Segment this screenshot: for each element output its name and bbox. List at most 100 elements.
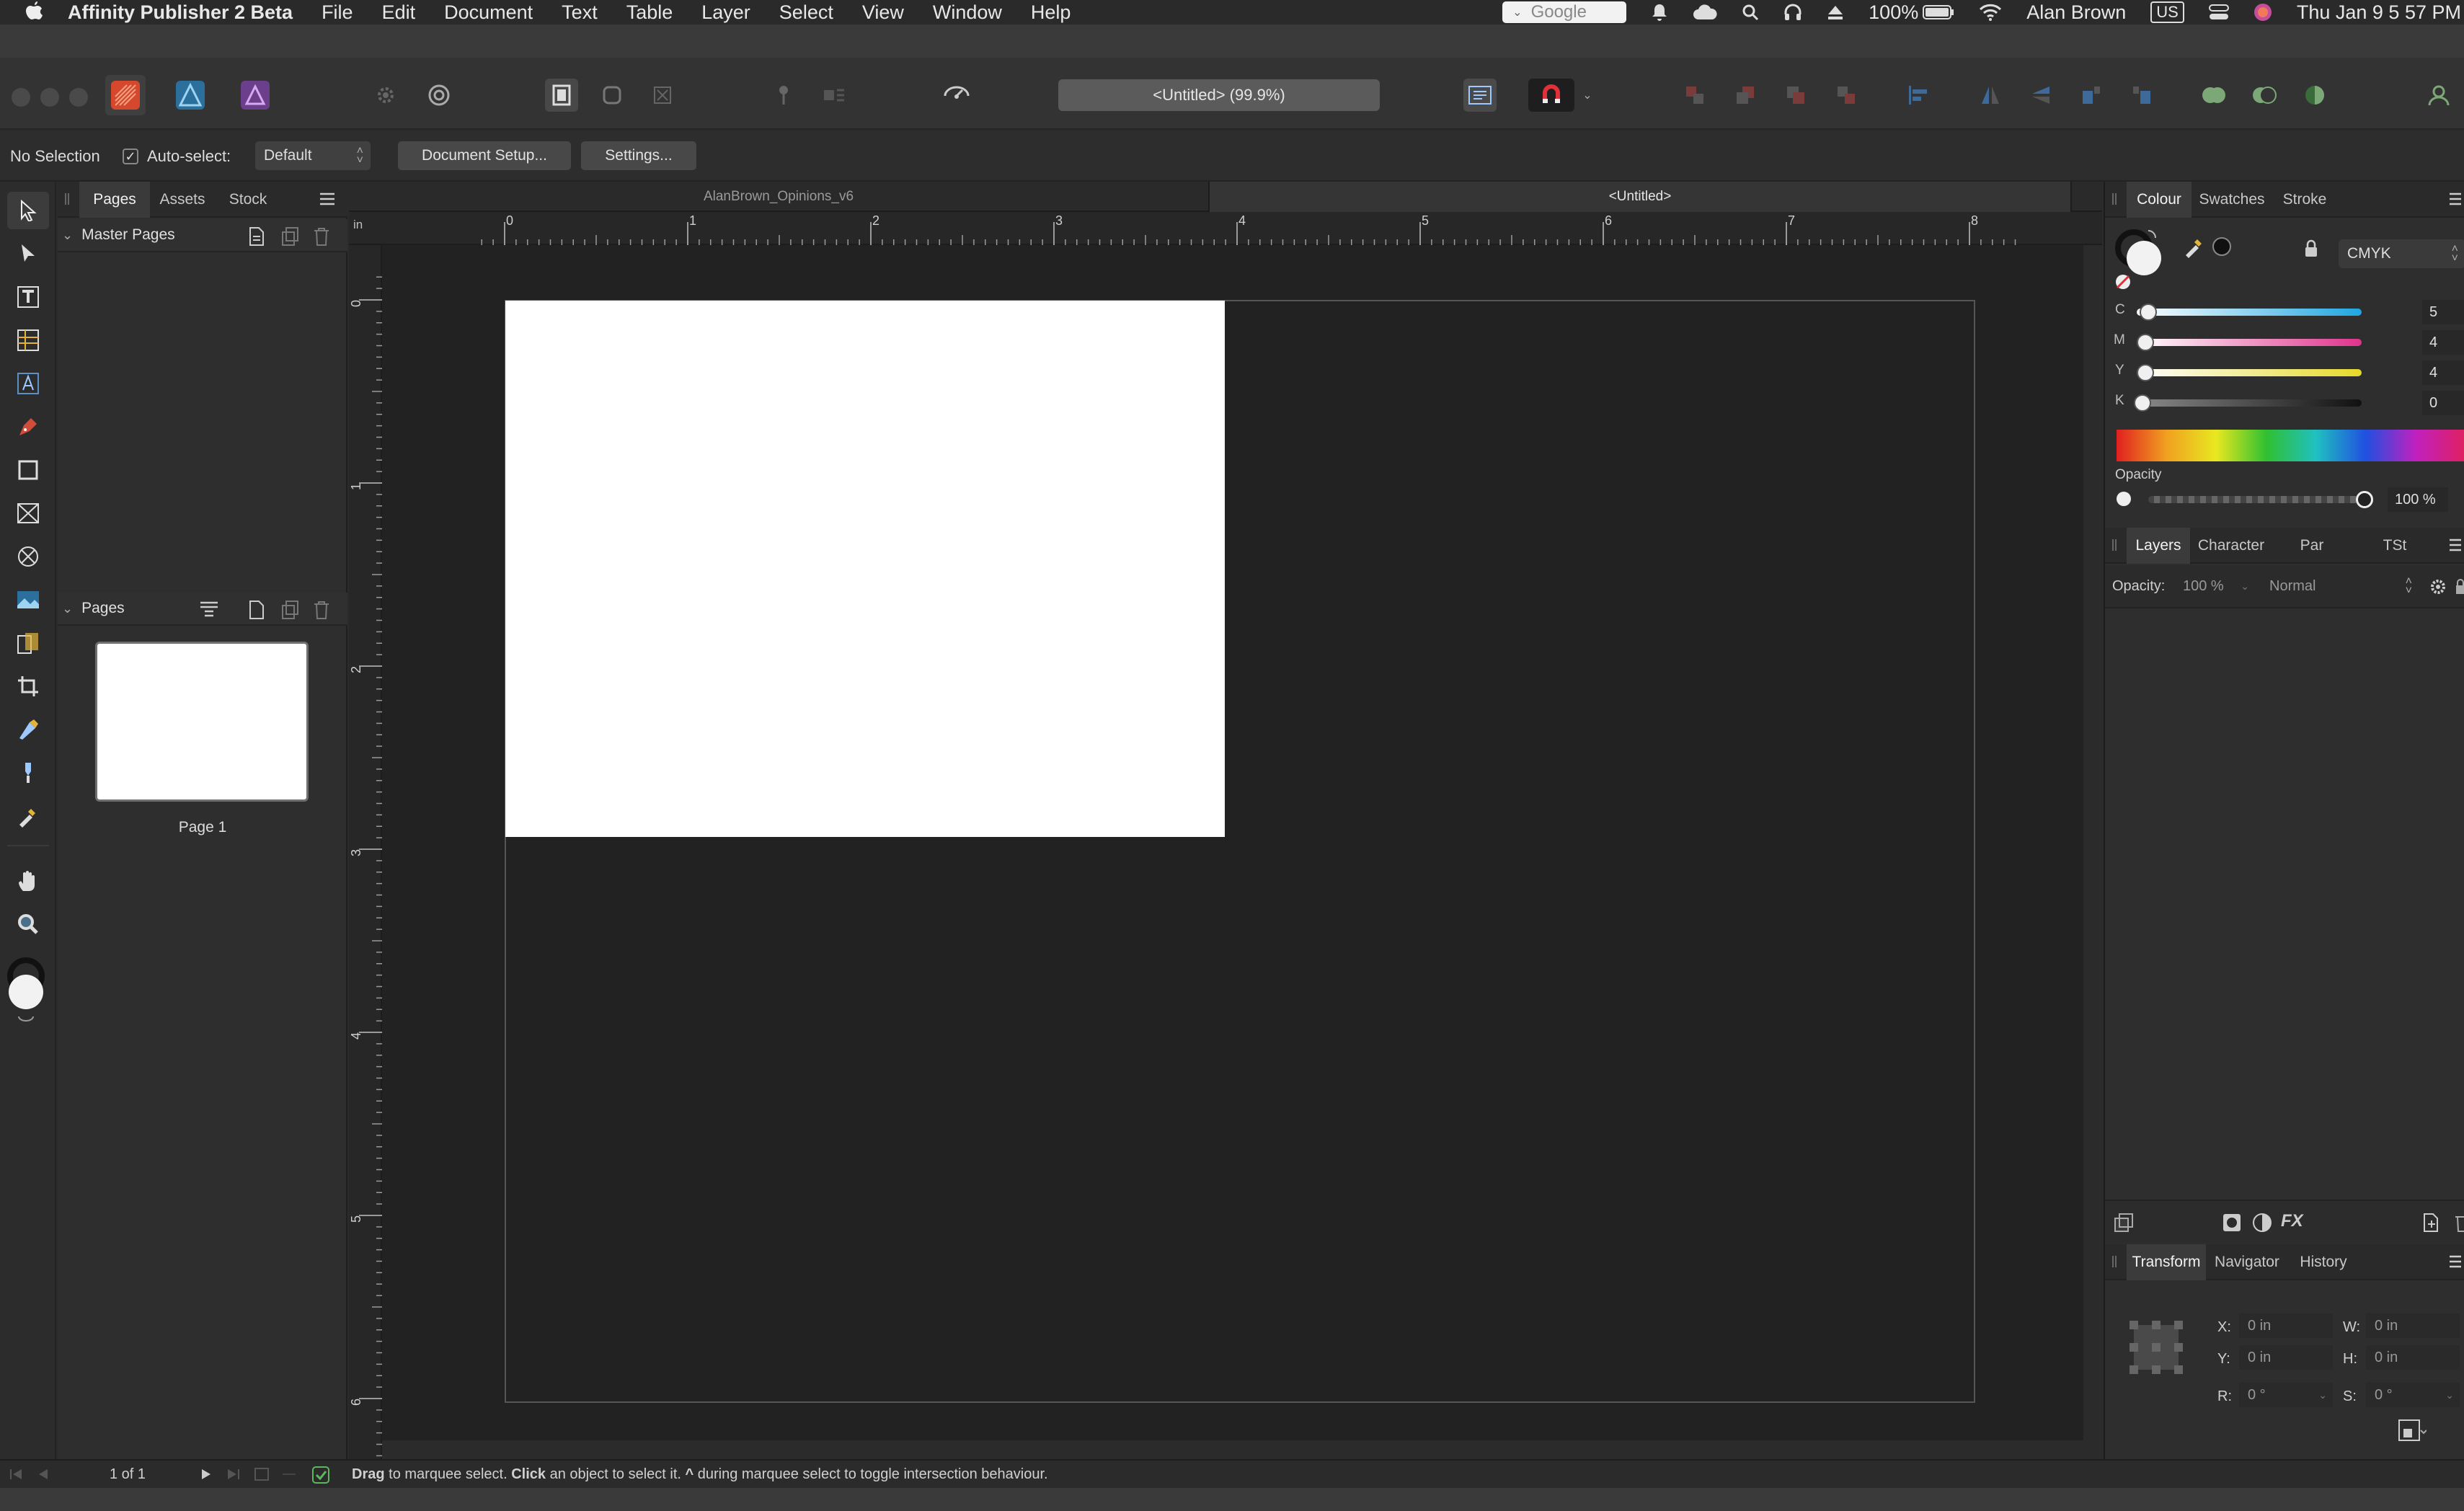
x-field[interactable]: 0 in — [2239, 1313, 2333, 1338]
no-colour-icon[interactable] — [2114, 272, 2132, 291]
color-picker-tool[interactable] — [7, 797, 49, 835]
snapping-dropdown[interactable]: ⌄ — [1577, 79, 1597, 112]
app-name-menu[interactable]: Affinity Publisher 2 Beta — [68, 1, 293, 24]
crop-tool[interactable] — [7, 668, 49, 705]
first-page-icon[interactable] — [9, 1468, 23, 1481]
tab-layers[interactable]: Layers — [2127, 528, 2190, 564]
bell-icon[interactable] — [1651, 3, 1668, 22]
place-image-tool[interactable] — [7, 581, 49, 619]
rotation-field[interactable]: 0 ° ⌄ — [2239, 1383, 2333, 1407]
panel-menu-icon[interactable] — [2448, 192, 2463, 206]
menu-select[interactable]: Select — [779, 1, 833, 24]
menu-view[interactable]: View — [862, 1, 904, 24]
slider-c-value[interactable]: 5 — [2422, 300, 2464, 324]
vertical-ruler[interactable]: 0 1 2 3 4 5 6 — [349, 245, 382, 1459]
tab-text-styles[interactable]: TSt — [2352, 528, 2438, 564]
preflight-ok-icon[interactable] — [311, 1466, 330, 1484]
tab-history[interactable]: History — [2288, 1244, 2359, 1280]
frame-text-tool[interactable] — [7, 278, 49, 316]
delete-layer-icon[interactable] — [2454, 1213, 2464, 1233]
document-setup-button[interactable]: Document Setup... — [398, 141, 571, 170]
tab-paragraph[interactable]: Par — [2272, 528, 2352, 564]
wifi-icon[interactable] — [1979, 4, 2002, 21]
menu-help[interactable]: Help — [1031, 1, 1071, 24]
opacity-slider-knob[interactable] — [2356, 491, 2373, 508]
headphones-icon[interactable] — [1783, 3, 1802, 22]
node-tool[interactable] — [7, 235, 49, 272]
page-display-icon[interactable] — [281, 1467, 297, 1481]
chevron-down-icon[interactable]: ⌄ — [62, 601, 73, 616]
slider-c-knob[interactable] — [2139, 303, 2157, 321]
panel-menu-icon[interactable] — [319, 192, 336, 206]
tab-navigator[interactable]: Navigator — [2206, 1244, 2288, 1280]
rotate-left-button[interactable] — [2075, 79, 2108, 112]
view-mode-button[interactable] — [545, 79, 578, 112]
eyedropper-icon[interactable] — [2183, 235, 2206, 258]
artistic-text-tool[interactable] — [7, 365, 49, 402]
window-minimize-button[interactable] — [40, 88, 59, 107]
slider-y-value[interactable]: 4 — [2422, 360, 2464, 385]
user-name-menu[interactable]: Alan Brown — [2026, 1, 2126, 24]
y-field[interactable]: 0 in — [2239, 1345, 2333, 1370]
boolean-subtract-button[interactable] — [2248, 79, 2281, 112]
apple-icon[interactable] — [22, 1, 46, 23]
delete-master-icon[interactable] — [313, 226, 330, 247]
add-master-page-icon[interactable] — [248, 226, 265, 247]
adjustment-layer-icon[interactable] — [2252, 1213, 2272, 1233]
page-counter[interactable]: 1 of 1 — [110, 1466, 146, 1483]
pin-button[interactable] — [767, 79, 800, 112]
chevron-down-icon[interactable]: ⌄ — [62, 228, 73, 243]
fill-tool[interactable] — [7, 711, 49, 748]
slider-y-track[interactable] — [2137, 369, 2362, 376]
preflight-button[interactable] — [940, 79, 973, 112]
horizontal-scrollbar[interactable] — [382, 1440, 2083, 1459]
zoom-tool[interactable] — [7, 905, 49, 943]
cloud-icon[interactable] — [1693, 4, 1717, 21]
slider-y-knob[interactable] — [2137, 364, 2155, 381]
menu-window[interactable]: Window — [933, 1, 1002, 24]
tab-swatches[interactable]: Swatches — [2192, 182, 2272, 218]
publisher-persona-button[interactable] — [105, 75, 146, 115]
slider-m-knob[interactable] — [2137, 334, 2155, 351]
tab-stroke[interactable]: Stroke — [2272, 182, 2337, 218]
tab-colour[interactable]: Colour — [2127, 182, 2192, 218]
add-layer-icon[interactable] — [2422, 1213, 2441, 1233]
google-search-field[interactable]: ⌄ Google — [1502, 1, 1627, 23]
control-center-icon[interactable] — [2208, 4, 2229, 21]
move-back-button[interactable] — [1729, 79, 1762, 112]
vertical-scrollbar[interactable] — [2083, 245, 2102, 1459]
slider-k-knob[interactable] — [2134, 394, 2151, 412]
layer-copy-icon[interactable] — [2114, 1213, 2134, 1233]
snapping-button[interactable] — [1528, 79, 1574, 112]
panel-menu-icon[interactable] — [2448, 538, 2463, 552]
tab-transform[interactable]: Transform — [2127, 1244, 2206, 1280]
table-tool[interactable] — [7, 322, 49, 359]
layer-settings-gear-icon[interactable] — [2429, 578, 2447, 595]
slider-k-value[interactable]: 0 — [2422, 391, 2464, 415]
menu-layer[interactable]: Layer — [701, 1, 750, 24]
blend-mode-dropdown[interactable]: Normal ˄ ˅ — [2261, 574, 2419, 598]
horizontal-ruler[interactable]: 0 1 2 3 4 5 6 7 8 — [349, 212, 2102, 245]
tab-character[interactable]: Character — [2190, 528, 2272, 564]
user-account-button[interactable] — [2422, 79, 2455, 112]
auto-select-checkbox[interactable]: ✓ — [123, 149, 138, 164]
panel-menu-icon[interactable] — [2448, 1254, 2463, 1269]
lock-icon[interactable] — [2455, 578, 2464, 595]
settings-button[interactable]: Settings... — [581, 141, 696, 170]
move-back-one-button[interactable] — [1678, 79, 1711, 112]
tab-assets[interactable]: Assets — [150, 182, 215, 218]
designer-persona-button[interactable] — [170, 75, 210, 115]
slider-m-track[interactable] — [2137, 339, 2362, 346]
page-thumbnail[interactable] — [95, 642, 309, 802]
canvas[interactable] — [382, 245, 2083, 1440]
delete-page-icon[interactable] — [313, 600, 330, 620]
tab-untitled[interactable]: <Untitled> — [1210, 182, 2072, 212]
page-content[interactable] — [505, 301, 1225, 837]
window-zoom-button[interactable] — [69, 88, 88, 107]
boolean-intersect-button[interactable] — [2298, 79, 2331, 112]
menu-table[interactable]: Table — [626, 1, 673, 24]
fill-stroke-swatches[interactable] — [6, 957, 50, 1022]
lock-icon[interactable] — [2304, 239, 2318, 258]
last-page-icon[interactable] — [226, 1468, 241, 1481]
move-front-button[interactable] — [1830, 79, 1863, 112]
